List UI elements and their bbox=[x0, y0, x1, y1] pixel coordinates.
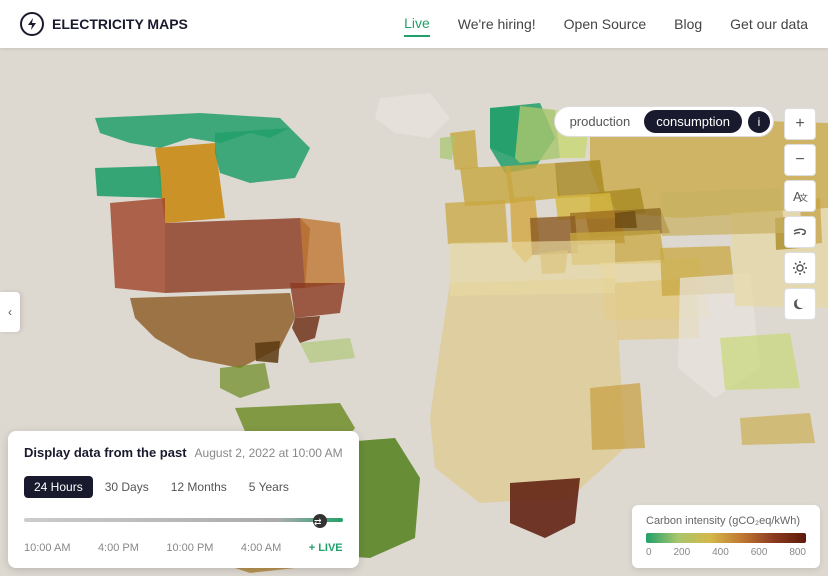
legend-title: Carbon intensity (gCO₂eq/kWh) bbox=[646, 515, 806, 527]
timeline-handle[interactable]: ⇄ bbox=[313, 514, 327, 528]
night-mode-button[interactable] bbox=[784, 288, 816, 320]
legend-ticks: 0 200 400 600 800 bbox=[646, 547, 806, 558]
map-container[interactable]: ‹ production consumption i + − A 文 bbox=[0, 48, 828, 576]
timeline[interactable]: ⇄ bbox=[24, 508, 343, 538]
time-label-4: 4:00 AM bbox=[241, 542, 281, 554]
legend-tick-400: 400 bbox=[712, 547, 729, 558]
legend-tick-0: 0 bbox=[646, 547, 652, 558]
language-button[interactable]: A 文 bbox=[784, 180, 816, 212]
logo-text: ELECTRICITY MAPS bbox=[52, 16, 188, 32]
live-indicator[interactable]: + LIVE bbox=[309, 542, 343, 554]
tab-5years[interactable]: 5 Years bbox=[239, 476, 299, 498]
wind-button[interactable] bbox=[784, 216, 816, 248]
nav-hiring[interactable]: We're hiring! bbox=[458, 12, 536, 36]
nav-open-source[interactable]: Open Source bbox=[564, 12, 647, 36]
tab-12months[interactable]: 12 Months bbox=[161, 476, 237, 498]
info-button[interactable]: i bbox=[748, 111, 770, 133]
panel-title: Display data from the past bbox=[24, 445, 187, 460]
timeline-labels: 10:00 AM 4:00 PM 10:00 PM 4:00 AM + LIVE bbox=[24, 542, 343, 554]
bottom-panel: Display data from the past August 2, 202… bbox=[8, 431, 359, 568]
zoom-out-button[interactable]: − bbox=[784, 144, 816, 176]
legend: Carbon intensity (gCO₂eq/kWh) 0 200 400 … bbox=[632, 505, 820, 568]
header: ELECTRICITY MAPS Live We're hiring! Open… bbox=[0, 0, 828, 48]
nav: Live We're hiring! Open Source Blog Get … bbox=[404, 11, 808, 37]
panel-date: August 2, 2022 at 10:00 AM bbox=[195, 446, 343, 460]
zoom-in-button[interactable]: + bbox=[784, 108, 816, 140]
svg-text:文: 文 bbox=[799, 192, 808, 203]
time-range-tabs: 24 Hours 30 Days 12 Months 5 Years bbox=[24, 476, 343, 498]
timeline-bar bbox=[24, 518, 343, 522]
consumption-mode-btn[interactable]: consumption bbox=[644, 110, 742, 133]
tab-24hours[interactable]: 24 Hours bbox=[24, 476, 93, 498]
production-mode-btn[interactable]: production bbox=[558, 110, 643, 133]
legend-tick-200: 200 bbox=[673, 547, 690, 558]
nav-live[interactable]: Live bbox=[404, 11, 430, 37]
legend-bar bbox=[646, 533, 806, 543]
left-panel-arrow[interactable]: ‹ bbox=[0, 292, 20, 332]
legend-tick-600: 600 bbox=[751, 547, 768, 558]
time-label-2: 4:00 PM bbox=[98, 542, 139, 554]
map-controls: + − A 文 bbox=[784, 108, 816, 320]
logo-icon bbox=[20, 12, 44, 36]
logo[interactable]: ELECTRICITY MAPS bbox=[20, 12, 188, 36]
solar-button[interactable] bbox=[784, 252, 816, 284]
mode-toggle: production consumption i bbox=[554, 106, 774, 137]
nav-get-data[interactable]: Get our data bbox=[730, 12, 808, 36]
tab-30days[interactable]: 30 Days bbox=[95, 476, 159, 498]
legend-tick-800: 800 bbox=[789, 547, 806, 558]
time-label-3: 10:00 PM bbox=[166, 542, 213, 554]
time-label-1: 10:00 AM bbox=[24, 542, 70, 554]
nav-blog[interactable]: Blog bbox=[674, 12, 702, 36]
svg-text:⇄: ⇄ bbox=[314, 517, 322, 527]
